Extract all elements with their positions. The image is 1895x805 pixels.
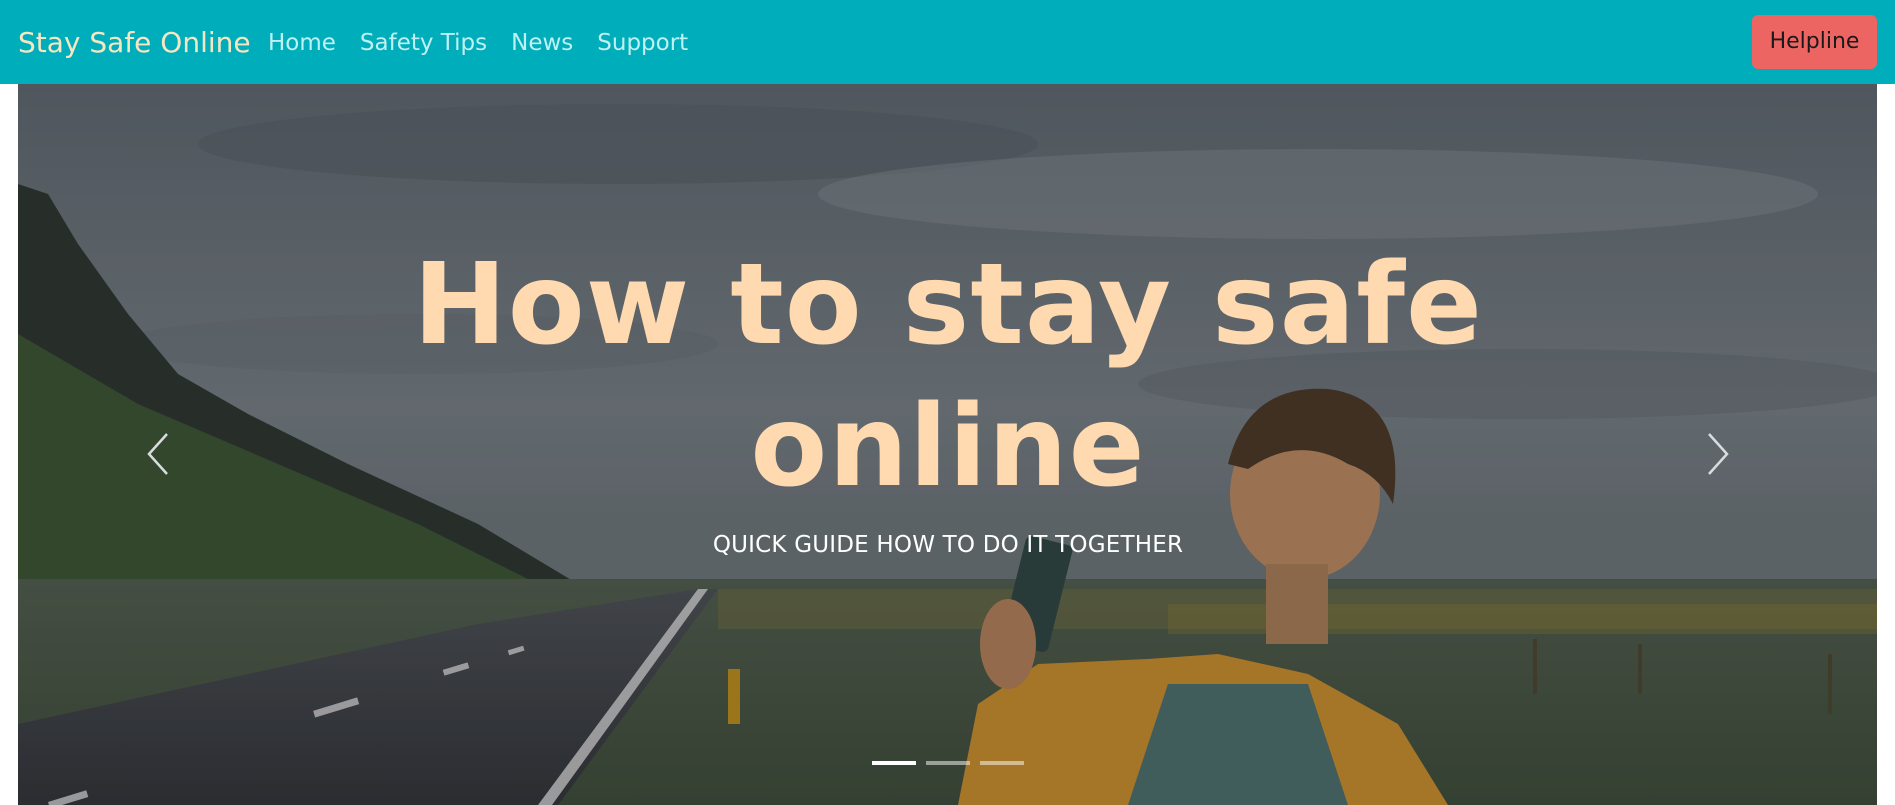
carousel-indicators xyxy=(18,761,1877,765)
chevron-left-icon xyxy=(147,433,168,475)
hero-subtitle: QUICK GUIDE HOW TO DO IT TOGETHER xyxy=(712,532,1184,558)
carousel-next-button[interactable] xyxy=(1688,419,1748,489)
hero-carousel: How to stay safe online QUICK GUIDE HOW … xyxy=(18,84,1877,805)
brand-link[interactable]: Stay Safe Online xyxy=(18,0,251,84)
nav-links: Home Safety Tips News Support xyxy=(268,0,688,84)
carousel-indicator-3[interactable] xyxy=(979,761,1024,765)
nav-link-news[interactable]: News xyxy=(511,29,573,55)
nav-link-support[interactable]: Support xyxy=(597,29,688,55)
nav-link-safety-tips[interactable]: Safety Tips xyxy=(360,29,487,55)
hero-caption: How to stay safe online QUICK GUIDE HOW … xyxy=(398,234,1498,558)
nav-link-home[interactable]: Home xyxy=(268,29,336,55)
chevron-right-icon xyxy=(1708,433,1729,475)
navbar: Stay Safe Online Home Safety Tips News S… xyxy=(0,0,1895,84)
carousel-indicator-2[interactable] xyxy=(925,761,970,765)
carousel-indicator-1[interactable] xyxy=(871,761,916,765)
carousel-prev-button[interactable] xyxy=(128,419,188,489)
helpline-button[interactable]: Helpline xyxy=(1752,15,1877,69)
hero-title: How to stay safe online xyxy=(413,240,1483,512)
